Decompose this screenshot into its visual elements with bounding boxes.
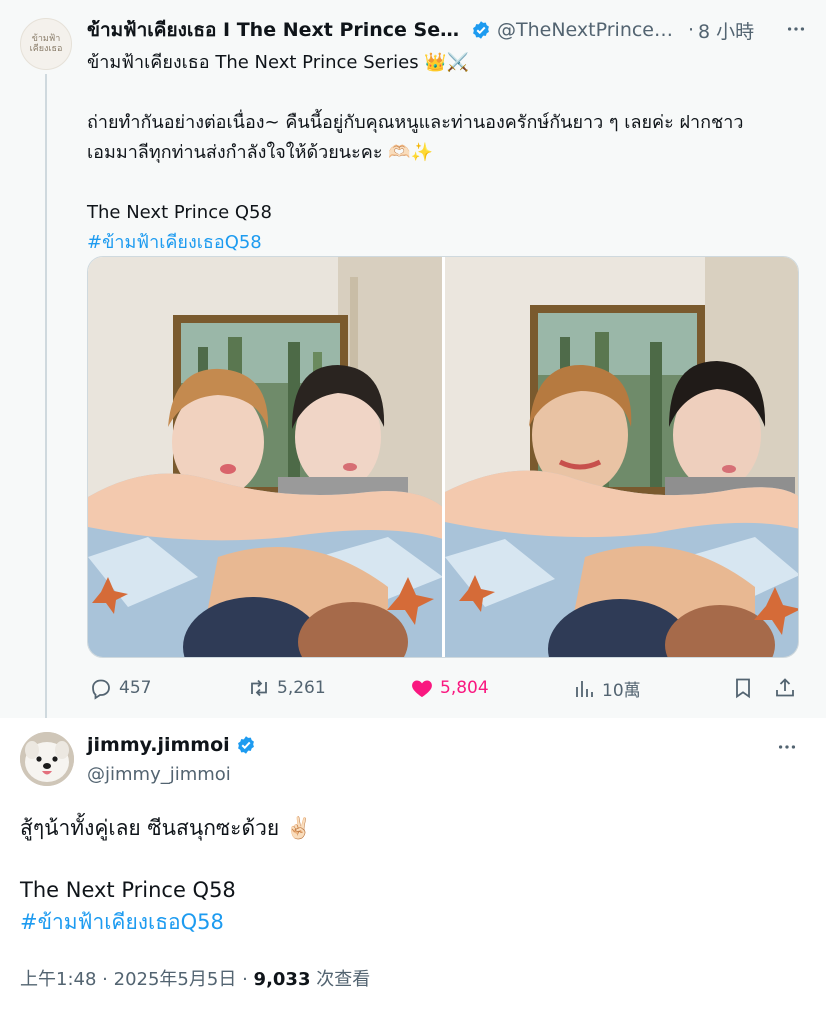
avatar-logo-text: ข้ามฟ้า เคียงเธอ (29, 34, 63, 54)
reply-display-name[interactable]: jimmy.jimmoi (87, 734, 262, 756)
parent-avatar[interactable]: ข้ามฟ้า เคียงเธอ (20, 18, 72, 70)
tweet-line: ข้ามฟ้าเคียงเธอ The Next Prince Series 👑… (87, 52, 470, 73)
repost-button[interactable]: 5,261 (247, 676, 326, 700)
like-button[interactable]: 5,804 (410, 676, 489, 700)
tweet-line: The Next Prince Q58 (87, 202, 272, 223)
separator-dot: · (102, 969, 108, 990)
views-button[interactable]: 10萬 (572, 676, 641, 701)
share-button[interactable] (773, 676, 797, 700)
reply-avatar[interactable] (20, 732, 74, 786)
reply-button[interactable]: 457 (89, 676, 151, 700)
verified-badge-icon (471, 20, 491, 40)
reply-date[interactable]: 2025年5月5日 (114, 969, 237, 990)
tweet-line: เอมมาลีทุกท่านส่งกำลังใจให้ด้วยนะคะ 🫶🏻✨ (87, 142, 434, 163)
verified-badge-icon (236, 735, 256, 755)
thread-line (45, 74, 47, 718)
parent-display-name[interactable]: ข้ามฟ้าเคียงเธอ I The Next Prince Series (87, 15, 465, 45)
reply-count: 457 (119, 678, 152, 698)
photo-2[interactable] (444, 257, 798, 657)
reply-views-label: 次查看 (316, 969, 371, 990)
parent-tweet-text: ข้ามฟ้าเคียงเธอ The Next Prince Series 👑… (87, 48, 799, 258)
repost-icon (251, 679, 267, 697)
more-options-icon[interactable] (776, 736, 798, 762)
reply-handle[interactable]: @jimmy_jimmoi (87, 764, 231, 785)
reply-text: สู้ๆน้าทั้งคู่เลย ซีนสนุกซะด้วย ✌🏻 (20, 816, 313, 840)
tweet-line: ถ่ายทำกันอย่างต่อเนื่อง~ คืนนี้อยู่กับคุ… (87, 112, 744, 133)
reply-icon (92, 679, 110, 700)
photo-1[interactable] (88, 257, 442, 657)
like-count: 5,804 (440, 678, 489, 698)
hashtag-link[interactable]: #ข้ามฟ้าเคียงเธอQ58 (87, 228, 799, 258)
action-bar: 457 5,261 5,804 10萬 (87, 672, 799, 704)
bookmark-icon (736, 678, 750, 699)
media-grid (87, 256, 799, 658)
reply-line: The Next Prince Q58 (20, 878, 236, 902)
bookmark-button[interactable] (731, 676, 755, 700)
repost-count: 5,261 (277, 678, 326, 698)
reply-time[interactable]: 上午1:48 (20, 969, 96, 990)
reply-tweet[interactable]: jimmy.jimmoi @jimmy_jimmoi สู้ๆน้าทั้งคู… (0, 718, 826, 1013)
separator-dot: · (688, 19, 695, 41)
parent-header: ข้ามฟ้าเคียงเธอ I The Next Prince Series… (87, 16, 807, 44)
share-icon (776, 678, 794, 697)
parent-tweet[interactable]: ข้ามฟ้า เคียงเธอ ข้ามฟ้าเคียงเธอ I The N… (0, 0, 826, 718)
hashtag-link[interactable]: #ข้ามฟ้าเคียงเธอQ58 (20, 906, 224, 938)
views-chart-icon (576, 680, 593, 697)
reply-name-text: jimmy.jimmoi (87, 734, 230, 756)
more-options-icon[interactable] (785, 18, 807, 45)
views-count: 10萬 (602, 681, 641, 701)
heart-icon (412, 680, 432, 697)
reply-meta: 上午1:48 · 2025年5月5日 · 9,033 次查看 (20, 965, 370, 991)
parent-timestamp[interactable]: 8 小時 (698, 17, 754, 44)
parent-handle[interactable]: @TheNextPrince_Series (497, 19, 682, 41)
reply-views-count: 9,033 (253, 969, 311, 990)
separator-dot: · (242, 969, 248, 990)
